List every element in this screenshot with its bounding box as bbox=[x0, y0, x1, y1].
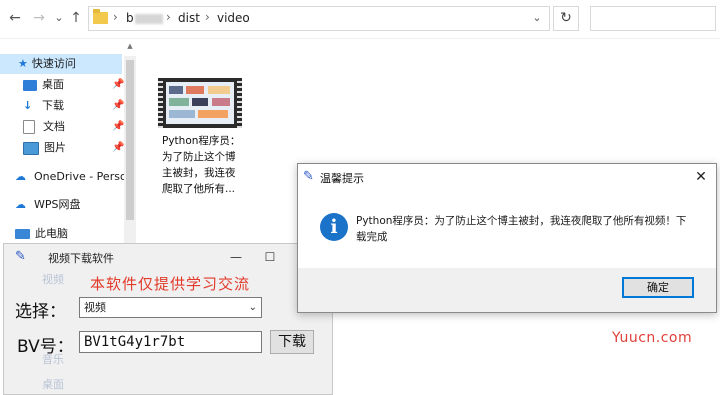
select-label: 选择： bbox=[15, 302, 66, 322]
redacted-path bbox=[135, 14, 163, 24]
breadcrumb-item[interactable]: dist bbox=[178, 11, 200, 25]
bv-label: BV号： bbox=[17, 337, 74, 357]
pin-icon: 📌 bbox=[112, 79, 125, 90]
sidebar-item-label: OneDrive - Perso bbox=[34, 170, 124, 183]
breadcrumb-item[interactable]: video bbox=[217, 11, 250, 25]
sidebar-item-label: WPS网盘 bbox=[34, 198, 81, 211]
sidebar-item-label: 文档 bbox=[43, 120, 65, 133]
sidebar-item-label: 此电脑 bbox=[35, 227, 68, 240]
sidebar-item-label: 下载 bbox=[42, 99, 64, 112]
minimize-button[interactable]: — bbox=[226, 248, 246, 266]
desktop-icon bbox=[23, 79, 37, 91]
download-button[interactable]: 下载 bbox=[270, 330, 314, 354]
sidebar-item-downloads[interactable]: ↓ 下载 📌 bbox=[0, 96, 125, 116]
ok-button[interactable]: 确定 bbox=[622, 277, 694, 298]
maximize-button[interactable]: ☐ bbox=[260, 248, 280, 266]
sidebar-item-this-pc[interactable]: 此电脑 bbox=[0, 224, 122, 244]
scrollbar-thumb[interactable] bbox=[126, 60, 134, 220]
scroll-up-icon[interactable]: ▲ bbox=[124, 42, 136, 52]
close-button[interactable]: ✕ bbox=[692, 168, 710, 186]
computer-icon bbox=[15, 229, 30, 239]
back-arrow-icon[interactable]: ← bbox=[6, 9, 24, 27]
sidebar-item-label: 桌面 bbox=[42, 78, 64, 91]
sidebar-item-label: 图片 bbox=[44, 141, 66, 154]
pin-icon: 📌 bbox=[112, 121, 125, 132]
address-bar[interactable]: › b › dist › video ⌄ bbox=[88, 6, 550, 31]
download-icon: ↓ bbox=[23, 99, 33, 112]
info-dialog: ✎ 温馨提示 ✕ i Python程序员：为了防止这个博主被封，我连夜爬取了他所… bbox=[297, 163, 717, 313]
feather-icon: ✎ bbox=[303, 169, 314, 184]
picture-icon bbox=[23, 141, 39, 155]
video-thumbnail[interactable] bbox=[158, 78, 242, 128]
file-name-line: 主被封，我连夜 bbox=[162, 167, 236, 179]
window-title: 视频下载软件 bbox=[48, 252, 114, 265]
breadcrumb-separator: › bbox=[113, 10, 118, 24]
address-toolbar: ← → ⌄ ↑ › b › dist › video ⌄ ↻ bbox=[0, 0, 720, 39]
title-bar[interactable]: ✎ 视频下载软件 — ☐ bbox=[4, 244, 332, 270]
disclaimer-banner: 本软件仅提供学习交流 bbox=[90, 275, 251, 293]
recent-locations-icon[interactable]: ⌄ bbox=[50, 9, 68, 27]
thumbnail-preview bbox=[166, 82, 234, 124]
cloud-icon: ☁ bbox=[15, 170, 26, 183]
pin-icon: 📌 bbox=[112, 142, 125, 153]
type-combobox[interactable]: 视频 ⌄ bbox=[79, 297, 262, 318]
watermark: Yuucn.com bbox=[612, 330, 693, 346]
sidebar-item-desktop[interactable]: 桌面 📌 bbox=[0, 75, 125, 95]
file-name[interactable]: Python程序员： 为了防止这个博 主被封，我连夜 爬取了他所有... bbox=[162, 133, 250, 197]
forward-arrow-icon[interactable]: → bbox=[30, 9, 48, 27]
address-dropdown-icon[interactable]: ⌄ bbox=[529, 10, 545, 26]
document-icon bbox=[23, 120, 35, 134]
sidebar-item-documents[interactable]: 文档 📌 bbox=[0, 117, 125, 137]
dialog-title: 温馨提示 bbox=[320, 172, 364, 185]
search-input[interactable] bbox=[590, 6, 716, 31]
bv-input[interactable]: BV1tG4y1r7bt bbox=[79, 331, 262, 353]
breadcrumb-separator: › bbox=[166, 10, 171, 24]
star-icon: ★ bbox=[18, 57, 28, 70]
file-name-line: Python程序员： bbox=[162, 135, 241, 147]
ghost-sidebar-label: 桌面 bbox=[42, 378, 64, 391]
combobox-value: 视频 bbox=[84, 301, 106, 314]
film-strip bbox=[237, 78, 242, 128]
breadcrumb-item[interactable]: b bbox=[126, 11, 134, 25]
chevron-down-icon[interactable]: ⌄ bbox=[249, 298, 257, 317]
sidebar-item-label: 快速访问 bbox=[31, 57, 76, 70]
up-arrow-icon[interactable]: ↑ bbox=[67, 9, 85, 27]
ghost-sidebar-label: 视频 bbox=[42, 273, 64, 286]
breadcrumb-separator: › bbox=[205, 10, 210, 24]
sidebar-item-onedrive[interactable]: ☁ OneDrive - Perso bbox=[0, 167, 124, 187]
downloader-window: 视频 音乐 桌面 ✎ 视频下载软件 — ☐ 本软件仅提供学习交流 选择： 视频 … bbox=[3, 243, 333, 395]
file-name-line: 爬取了他所有... bbox=[162, 183, 236, 195]
feather-icon: ✎ bbox=[15, 249, 26, 264]
dialog-message: Python程序员：为了防止这个博主被封，我连夜爬取了他所有视频！下载完成 bbox=[356, 215, 687, 243]
sidebar-item-quick-access[interactable]: ★ 快速访问 bbox=[0, 54, 122, 74]
cloud-icon: ☁ bbox=[15, 198, 26, 211]
sidebar-item-pictures[interactable]: 图片 📌 bbox=[0, 138, 125, 158]
file-name-line: 为了防止这个博 bbox=[162, 151, 236, 163]
info-icon: i bbox=[320, 213, 348, 241]
folder-icon bbox=[93, 9, 108, 24]
sidebar-item-wps[interactable]: ☁ WPS网盘 bbox=[0, 195, 122, 215]
refresh-button[interactable]: ↻ bbox=[553, 6, 579, 31]
pin-icon: 📌 bbox=[112, 100, 125, 111]
film-strip bbox=[158, 78, 163, 128]
